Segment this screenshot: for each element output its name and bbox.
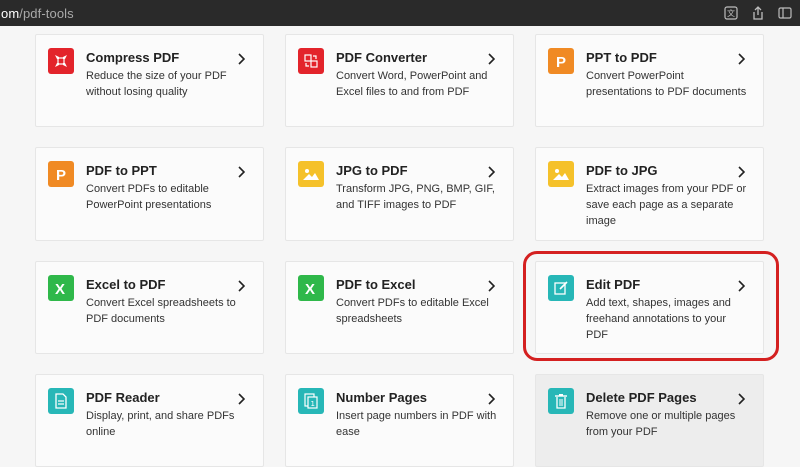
- url-text[interactable]: om/pdf-tools: [0, 6, 74, 21]
- tool-title: PPT to PDF: [586, 50, 657, 65]
- tool-title: PDF to PPT: [86, 163, 157, 178]
- chevron-right-icon: [488, 280, 495, 292]
- image-icon: [548, 161, 574, 187]
- tool-title: Edit PDF: [586, 277, 641, 292]
- tool-card-delete-pdf-pages[interactable]: Delete PDF Pages Remove one or multiple …: [535, 374, 764, 467]
- tools-grid: Compress PDF Reduce the size of your PDF…: [0, 26, 800, 467]
- image-icon: [298, 161, 324, 187]
- tool-description: Remove one or multiple pages from your P…: [586, 410, 736, 438]
- tool-card-jpg-to-pdf[interactable]: JPG to PDF Transform JPG, PNG, BMP, GIF,…: [285, 147, 514, 241]
- translate-icon[interactable]: 文: [724, 6, 738, 20]
- tool-description: Extract images from your PDF or save eac…: [586, 183, 747, 227]
- chevron-right-icon: [738, 53, 745, 65]
- tool-description: Convert PDFs to editable Excel spreadshe…: [336, 297, 489, 325]
- tool-description: Convert PowerPoint presentations to PDF …: [586, 70, 747, 98]
- svg-text:P: P: [556, 54, 566, 70]
- sidebar-icon[interactable]: [778, 7, 792, 19]
- delete-icon: [548, 388, 574, 414]
- tool-description: Convert PDFs to editable PowerPoint pres…: [86, 183, 212, 211]
- tool-title: Compress PDF: [86, 50, 180, 65]
- reader-icon: [48, 388, 74, 414]
- tool-title: PDF Reader: [86, 390, 160, 405]
- tool-card-number-pages[interactable]: 1 Number Pages Insert page numbers in PD…: [285, 374, 514, 467]
- edit-icon: [548, 275, 574, 301]
- chevron-right-icon: [738, 166, 745, 178]
- tool-card-pdf-to-jpg[interactable]: PDF to JPG Extract images from your PDF …: [535, 147, 764, 241]
- number-icon: 1: [298, 388, 324, 414]
- tool-title: JPG to PDF: [336, 163, 408, 178]
- chevron-right-icon: [488, 166, 495, 178]
- tool-title: PDF Converter: [336, 50, 428, 65]
- chevron-right-icon: [238, 280, 245, 292]
- tool-title: Number Pages: [336, 390, 428, 405]
- tool-card-pdf-to-excel[interactable]: X PDF to Excel Convert PDFs to editable …: [285, 261, 514, 354]
- browser-address-bar[interactable]: om/pdf-tools 文: [0, 0, 800, 26]
- tool-card-compress-pdf[interactable]: Compress PDF Reduce the size of your PDF…: [35, 34, 264, 127]
- ppt-icon: P: [48, 161, 74, 187]
- tool-card-pdf-reader[interactable]: PDF Reader Display, print, and share PDF…: [35, 374, 264, 467]
- url-domain: om: [1, 5, 20, 21]
- svg-text:X: X: [55, 281, 65, 297]
- tool-description: Add text, shapes, images and freehand an…: [586, 297, 731, 341]
- chevron-right-icon: [238, 393, 245, 405]
- chevron-right-icon: [238, 53, 245, 65]
- tool-description: Convert Word, PowerPoint and Excel files…: [336, 70, 488, 98]
- share-icon[interactable]: [752, 6, 764, 20]
- tool-title: PDF to Excel: [336, 277, 416, 292]
- chevron-right-icon: [738, 280, 745, 292]
- chevron-right-icon: [238, 166, 245, 178]
- chevron-right-icon: [488, 393, 495, 405]
- tool-card-pdf-converter[interactable]: PDF Converter Convert Word, PowerPoint a…: [285, 34, 514, 127]
- tool-card-edit-pdf[interactable]: Edit PDF Add text, shapes, images and fr…: [535, 261, 764, 354]
- chevron-right-icon: [488, 53, 495, 65]
- tool-description: Transform JPG, PNG, BMP, GIF, and TIFF i…: [336, 183, 495, 211]
- excel-icon: X: [298, 275, 324, 301]
- svg-text:1: 1: [311, 400, 315, 408]
- svg-text:文: 文: [727, 8, 735, 18]
- tool-card-pdf-to-ppt[interactable]: P PDF to PPT Convert PDFs to editable Po…: [35, 147, 264, 241]
- tool-description: Convert Excel spreadsheets to PDF docume…: [86, 297, 236, 325]
- svg-text:X: X: [305, 281, 315, 297]
- tool-title: PDF to JPG: [586, 163, 658, 178]
- svg-text:P: P: [56, 167, 66, 183]
- tool-description: Display, print, and share PDFs online: [86, 410, 235, 438]
- ppt-icon: P: [548, 48, 574, 74]
- compress-icon: [48, 48, 74, 74]
- excel-icon: X: [48, 275, 74, 301]
- tool-description: Reduce the size of your PDF without losi…: [86, 70, 227, 98]
- tool-title: Excel to PDF: [86, 277, 166, 292]
- url-path: /pdf-tools: [19, 5, 74, 21]
- tool-card-excel-to-pdf[interactable]: X Excel to PDF Convert Excel spreadsheet…: [35, 261, 264, 354]
- converter-icon: [298, 48, 324, 74]
- chevron-right-icon: [738, 393, 745, 405]
- tool-card-ppt-to-pdf[interactable]: P PPT to PDF Convert PowerPoint presenta…: [535, 34, 764, 127]
- tool-description: Insert page numbers in PDF with ease: [336, 410, 497, 438]
- tool-title: Delete PDF Pages: [586, 390, 697, 405]
